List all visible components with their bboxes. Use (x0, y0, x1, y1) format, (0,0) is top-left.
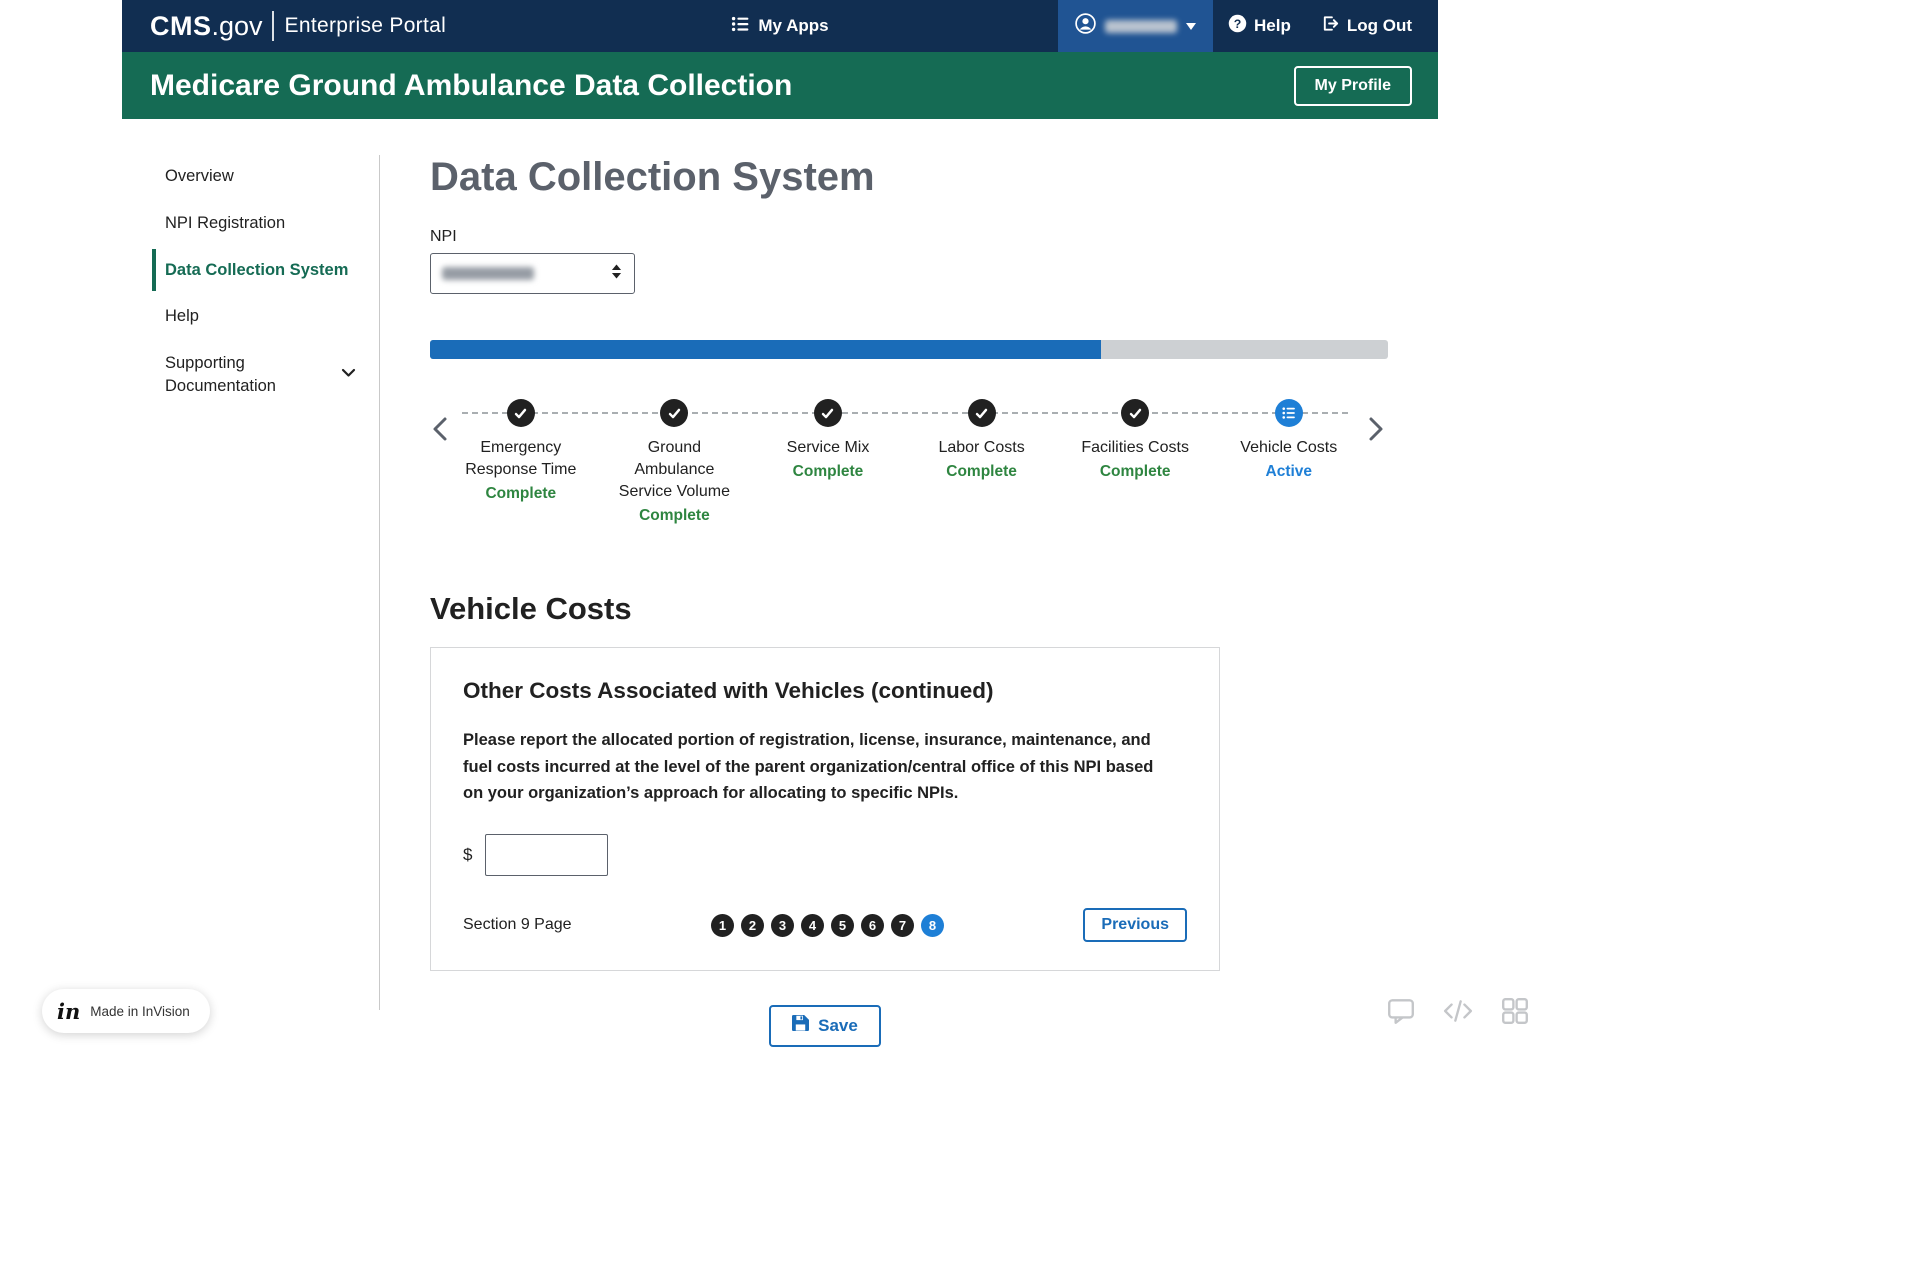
sidebar-item-supporting-documentation[interactable]: Supporting Documentation (152, 342, 356, 408)
step-complete-check-icon[interactable] (660, 399, 689, 427)
page-dot[interactable]: 2 (740, 913, 764, 937)
corner-tools (1378, 988, 1538, 1034)
step-complete-check-icon[interactable] (1121, 399, 1150, 427)
logout-label: Log Out (1346, 16, 1412, 35)
step-status: Complete (485, 485, 557, 503)
step-status: Complete (946, 463, 1017, 481)
step-active-list-icon[interactable] (1274, 399, 1303, 427)
previous-button[interactable]: Previous (1083, 908, 1187, 943)
my-apps-link[interactable]: My Apps (731, 0, 829, 52)
sidebar-item-help[interactable]: Help (152, 295, 356, 338)
currency-symbol: $ (463, 845, 473, 865)
page-dot[interactable]: 1 (710, 913, 734, 937)
step-status: Complete (639, 507, 710, 525)
sidebar-item-label: Supporting Documentation (165, 354, 276, 395)
section-page-label: Section 9 Page (463, 916, 572, 934)
step-status: Complete (792, 463, 864, 481)
logout-link[interactable]: Log Out (1306, 0, 1438, 52)
logout-icon (1321, 14, 1340, 38)
comment-icon[interactable] (1378, 988, 1424, 1034)
npi-select[interactable] (430, 253, 635, 294)
question-instructions: Please report the allocated portion of r… (463, 731, 1154, 803)
card-footer: Section 9 Page 1 2 3 4 5 6 7 8 Previous (463, 908, 1187, 943)
user-name-redacted (1105, 19, 1177, 33)
cms-logo-text: CMS (150, 10, 212, 41)
code-icon[interactable] (1435, 988, 1481, 1034)
step-ground-ambulance-service-volume: Ground Ambulance Service Volume Complete (598, 399, 752, 525)
help-link[interactable]: ? Help (1213, 0, 1306, 52)
save-floppy-icon (792, 1015, 810, 1037)
other-costs-amount-input[interactable] (485, 834, 609, 877)
page-title: Data Collection System (430, 155, 875, 199)
top-nav-right: ? Help Log Out (1058, 0, 1438, 52)
help-label: Help (1254, 16, 1291, 35)
progress-fill (430, 340, 1101, 359)
page-dot[interactable]: 5 (830, 913, 854, 937)
question-card: Other Costs Associated with Vehicles (co… (430, 647, 1220, 972)
section-stepper: Emergency Response Time Complete Ground … (430, 399, 1388, 567)
content-area: Overview NPI Registration Data Collectio… (122, 119, 1438, 1087)
step-labor-costs: Labor Costs Complete (905, 399, 1059, 525)
sidebar-divider (379, 155, 380, 1010)
list-icon (731, 15, 749, 38)
invision-badge[interactable]: in Made in InVision (42, 989, 210, 1033)
top-nav-bar: CMS .gov Enterprise Portal My Apps ? Hel… (122, 0, 1438, 52)
portal-name: Enterprise Portal (284, 14, 447, 37)
my-profile-button[interactable]: My Profile (1293, 65, 1412, 106)
grid-icon[interactable] (1492, 988, 1538, 1034)
svg-text:?: ? (1234, 17, 1242, 31)
page-dot[interactable]: 6 (860, 913, 884, 937)
save-label: Save (818, 1016, 858, 1036)
page-pagination: 1 2 3 4 5 6 7 8 (710, 913, 944, 937)
steps-row: Emergency Response Time Complete Ground … (430, 399, 1388, 525)
step-vehicle-costs: Vehicle Costs Active (1212, 399, 1366, 525)
step-label: Emergency Response Time (465, 439, 577, 479)
progress-bar (430, 340, 1388, 359)
invision-label: Made in InVision (90, 1003, 190, 1019)
logo-divider (271, 11, 274, 41)
sidebar-item-data-collection-system[interactable]: Data Collection System (152, 248, 356, 292)
step-facilities-costs: Facilities Costs Complete (1058, 399, 1212, 525)
select-arrows-icon (610, 263, 623, 285)
user-menu[interactable] (1058, 0, 1213, 52)
step-label: Service Mix (786, 439, 870, 456)
chevron-down-icon (341, 363, 356, 386)
invision-logo: in (57, 998, 81, 1024)
page-dot[interactable]: 7 (890, 913, 914, 937)
sidebar-item-npi-registration[interactable]: NPI Registration (152, 202, 356, 245)
chevron-down-icon (1186, 22, 1196, 30)
page-dot[interactable]: 4 (800, 913, 824, 937)
step-complete-check-icon[interactable] (967, 399, 996, 427)
page-dot[interactable]: 3 (770, 913, 794, 937)
step-label: Labor Costs (938, 439, 1025, 456)
main-panel: Data Collection System NPI Emergency Res… (380, 119, 1438, 1087)
page-dot-active[interactable]: 8 (920, 913, 944, 937)
sidebar-item-overview[interactable]: Overview (152, 155, 356, 198)
step-status: Active (1265, 463, 1313, 481)
step-complete-check-icon[interactable] (506, 399, 535, 427)
section-title: Vehicle Costs (430, 591, 632, 626)
step-label: Ground Ambulance Service Volume (618, 439, 730, 501)
save-button[interactable]: Save (769, 1005, 881, 1048)
app-banner: Medicare Ground Ambulance Data Collectio… (122, 52, 1438, 119)
step-label: Vehicle Costs (1240, 439, 1338, 456)
user-icon (1075, 13, 1096, 39)
app-canvas: CMS .gov Enterprise Portal My Apps ? Hel… (122, 0, 1438, 1088)
npi-selected-value-redacted (442, 267, 534, 280)
step-complete-check-icon[interactable] (813, 399, 842, 427)
step-emergency-response-time: Emergency Response Time Complete (444, 399, 598, 525)
save-row: Save (430, 1005, 1220, 1087)
step-status: Complete (1099, 463, 1171, 481)
step-label: Facilities Costs (1081, 439, 1189, 456)
cms-logo[interactable]: CMS .gov Enterprise Portal (122, 0, 446, 52)
help-icon: ? (1228, 14, 1247, 38)
my-apps-label: My Apps (758, 16, 829, 35)
step-service-mix: Service Mix Complete (751, 399, 905, 525)
npi-label: NPI (430, 228, 457, 245)
sidebar: Overview NPI Registration Data Collectio… (122, 119, 380, 1087)
cms-logo-gov-text: .gov (211, 10, 263, 41)
app-title: Medicare Ground Ambulance Data Collectio… (150, 68, 793, 102)
question-card-title: Other Costs Associated with Vehicles (co… (463, 678, 994, 703)
currency-row: $ (463, 834, 1187, 877)
